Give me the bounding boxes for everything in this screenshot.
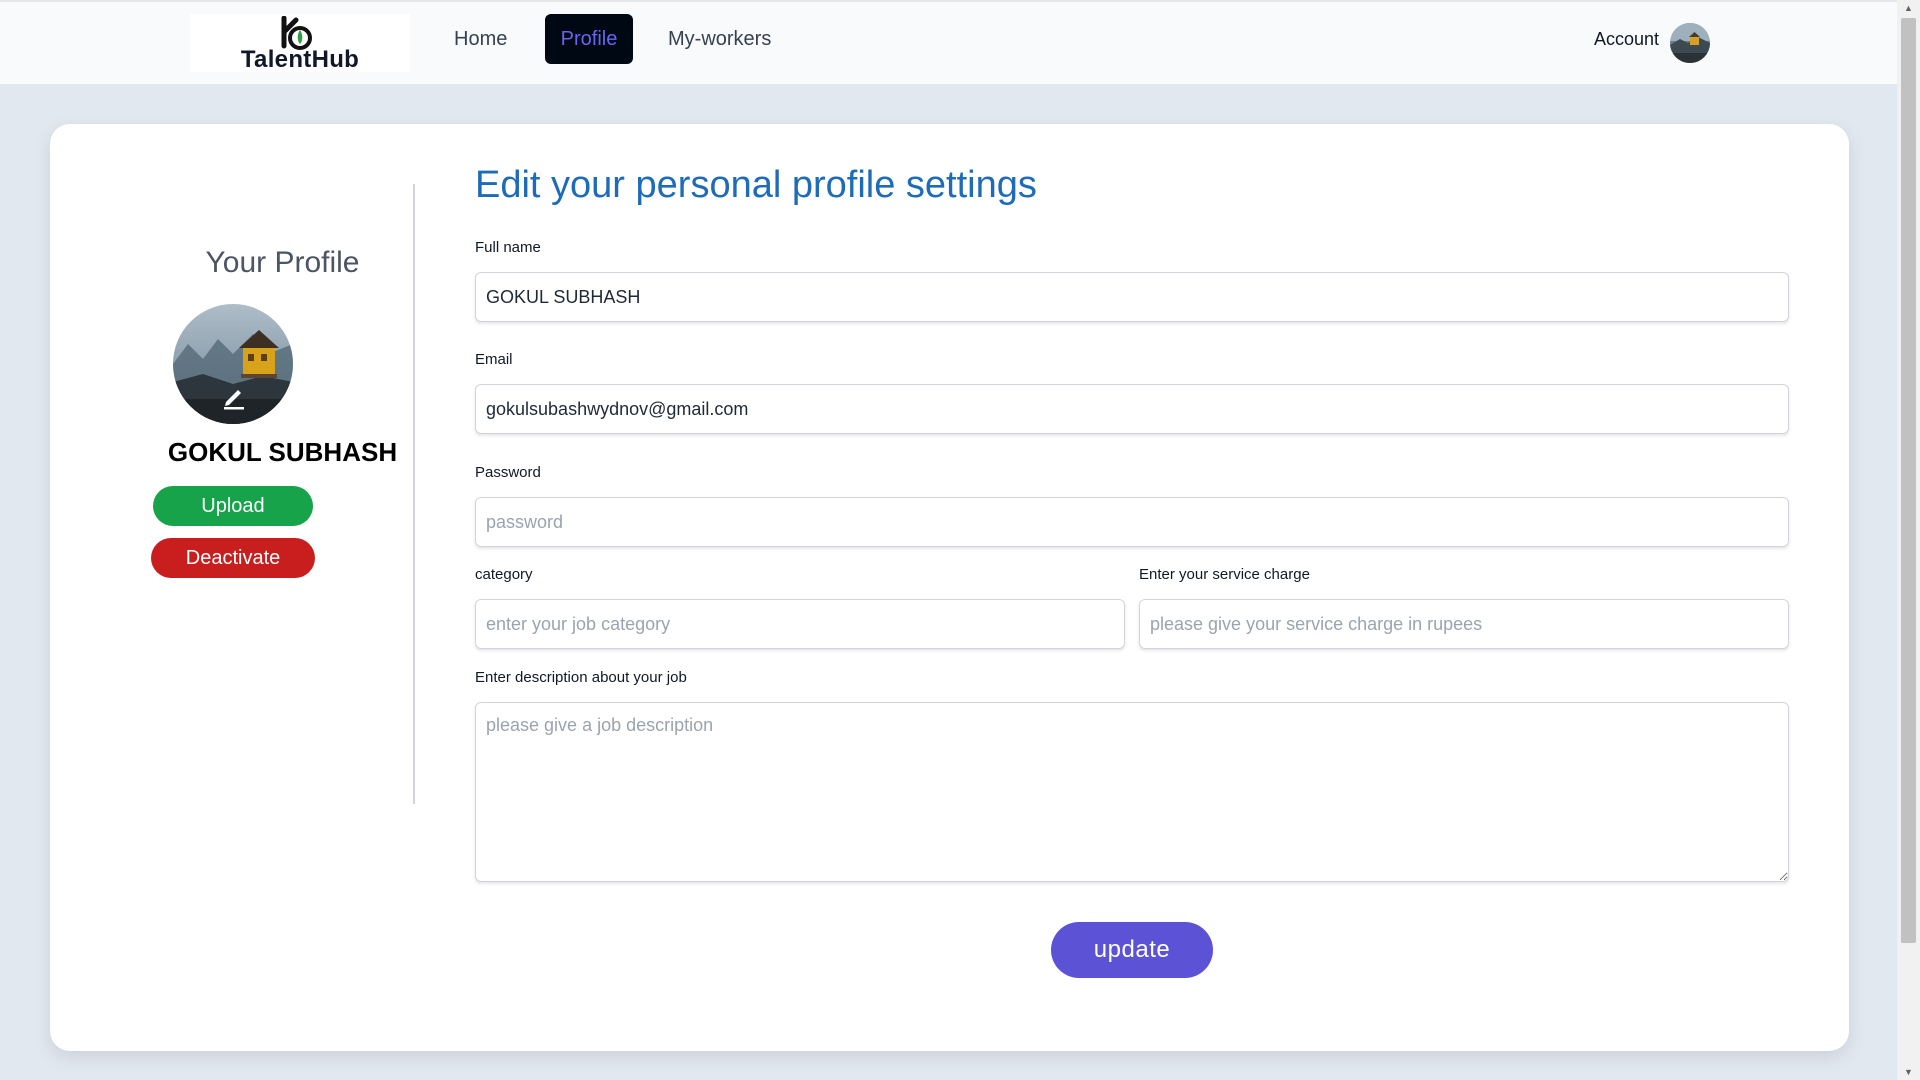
sidebar-heading: Your Profile [205,246,360,279]
email-label: Email [475,351,513,368]
navbar: TalentHub Home Profile My-workers Accoun… [0,0,1897,84]
service-charge-input[interactable] [1139,599,1789,649]
logo-icon [281,16,312,50]
profile-name: GOKUL SUBHASH [167,437,398,467]
scroll-thumb[interactable] [1901,18,1916,943]
nav-link-my-workers[interactable]: My-workers [668,14,771,64]
description-textarea[interactable] [475,702,1789,882]
description-label: Enter description about your job [475,669,687,686]
full-name-input[interactable] [475,272,1789,322]
password-label: Password [475,464,541,481]
form-title: Edit your personal profile settings [475,164,1037,206]
password-input[interactable] [475,497,1789,547]
scroll-down-icon[interactable]: ▼ [1897,1064,1920,1080]
account-avatar[interactable] [1670,23,1710,63]
upload-button[interactable]: Upload [153,486,313,526]
brand-logo[interactable]: TalentHub [190,14,410,73]
scroll-up-icon[interactable]: ▲ [1897,0,1920,16]
full-name-label: Full name [475,239,541,256]
service-charge-label: Enter your service charge [1139,566,1310,583]
brand-name: TalentHub [240,46,360,73]
deactivate-button[interactable]: Deactivate [151,538,315,578]
pencil-icon[interactable] [221,384,247,410]
profile-picture[interactable] [173,304,293,424]
nav-link-profile[interactable]: Profile [545,14,633,64]
category-input[interactable] [475,599,1125,649]
account-label[interactable]: Account [1594,29,1659,50]
category-label: category [475,566,533,583]
email-input[interactable] [475,384,1789,434]
avatar-image [1670,23,1710,63]
page-scrollbar[interactable]: ▲ ▼ [1897,0,1920,1080]
profile-card: Your Profile GOKUL SUBHASH Upload Deacti… [50,124,1849,1051]
nav-link-home[interactable]: Home [454,14,507,64]
update-button[interactable]: update [1051,922,1213,978]
